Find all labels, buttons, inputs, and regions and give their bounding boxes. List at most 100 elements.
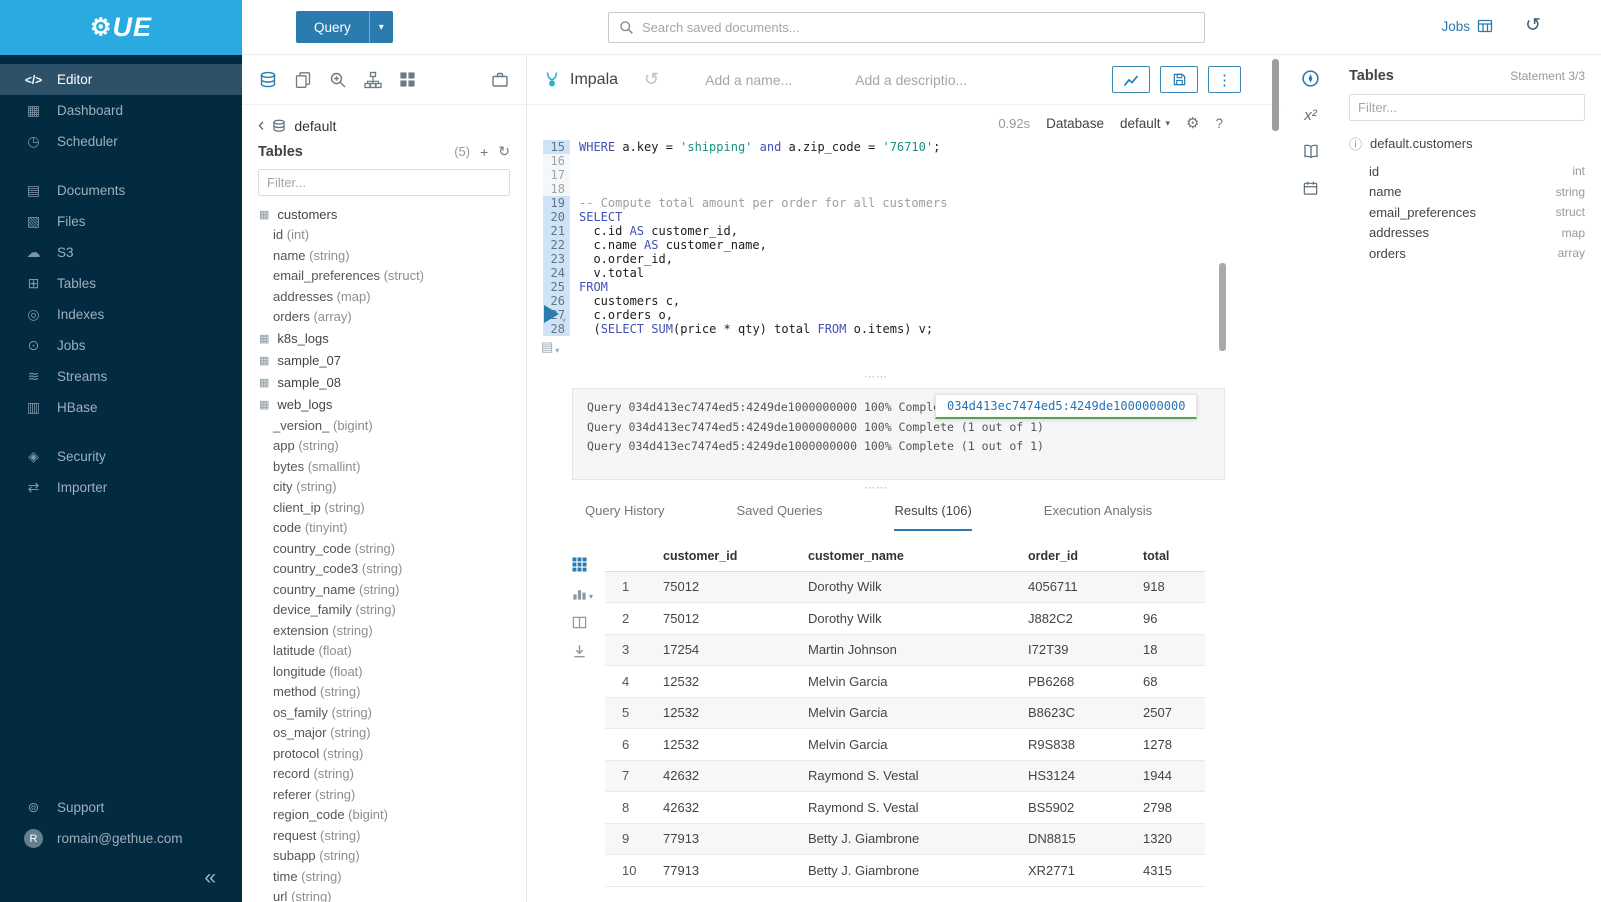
engine-selector[interactable]: Impala: [543, 71, 618, 89]
chart-button[interactable]: [1112, 66, 1150, 93]
zoom-in-icon[interactable]: [329, 71, 347, 89]
hue-logo[interactable]: ⚙ UE: [0, 0, 242, 55]
databases-source-icon[interactable]: [259, 71, 277, 89]
right-column-item[interactable]: addressesmap: [1349, 223, 1585, 244]
execute-options-caret[interactable]: ▾: [562, 316, 566, 325]
sidebar-item-hbase[interactable]: ▥HBase: [0, 392, 242, 423]
sidebar-item-scheduler[interactable]: ◷Scheduler: [0, 126, 242, 157]
table-info-icon[interactable]: ⓘ: [1349, 134, 1362, 153]
query-id-link[interactable]: 034d413ec7474ed5:4249de1000000000: [935, 394, 1197, 419]
column-item[interactable]: _version_ (bigint): [242, 416, 526, 437]
table-item[interactable]: ▦customers: [242, 203, 526, 225]
sidebar-item-indexes[interactable]: ◎Indexes: [0, 299, 242, 330]
database-breadcrumb[interactable]: ‹ default: [242, 105, 526, 136]
functions-icon[interactable]: x²: [1304, 107, 1317, 124]
execute-query-button[interactable]: [544, 305, 559, 323]
new-query-label[interactable]: Query: [296, 11, 369, 43]
results-header-total[interactable]: total: [1137, 541, 1205, 571]
query-dropdown-caret[interactable]: ▾: [369, 11, 393, 43]
column-item[interactable]: orders (array): [242, 307, 526, 328]
code-line[interactable]: v.total: [570, 266, 644, 280]
results-header-customer_name[interactable]: customer_name: [802, 541, 1022, 571]
editor-help-icon[interactable]: ?: [1215, 116, 1223, 131]
results-header-customer_id[interactable]: customer_id: [657, 541, 802, 571]
tables-filter-input[interactable]: [258, 169, 510, 196]
column-item[interactable]: id (int): [242, 225, 526, 246]
column-item[interactable]: bytes (smallint): [242, 457, 526, 478]
column-item[interactable]: url (string): [242, 887, 526, 902]
page-scrollbar[interactable]: [1272, 59, 1279, 131]
database-dropdown[interactable]: default ▾: [1120, 116, 1170, 131]
column-item[interactable]: app (string): [242, 436, 526, 457]
sidebar-item-security[interactable]: ◈Security: [0, 441, 242, 472]
column-item[interactable]: code (tinyint): [242, 518, 526, 539]
sidebar-item-s3[interactable]: ☁S3: [0, 237, 242, 268]
query-name-input[interactable]: [705, 72, 825, 88]
column-item[interactable]: country_code (string): [242, 539, 526, 560]
sidebar-item-user[interactable]: R romain@gethue.com: [0, 823, 242, 854]
chart-view-icon[interactable]: ▾: [572, 586, 605, 601]
column-item[interactable]: addresses (map): [242, 287, 526, 308]
tab-results-106[interactable]: Results (106): [894, 503, 971, 531]
table-item[interactable]: ▦sample_08: [242, 372, 526, 394]
save-button[interactable]: [1160, 66, 1198, 93]
column-item[interactable]: request (string): [242, 826, 526, 847]
code-line[interactable]: [570, 182, 586, 196]
column-item[interactable]: client_ip (string): [242, 498, 526, 519]
format-query-button[interactable]: ▤ ▾: [541, 339, 559, 355]
results-header-order_id[interactable]: order_id: [1022, 541, 1137, 571]
column-item[interactable]: region_code (bigint): [242, 805, 526, 826]
sidebar-item-files[interactable]: ▧Files: [0, 206, 242, 237]
jobs-link[interactable]: Jobs: [1441, 18, 1493, 34]
column-item[interactable]: longitude (float): [242, 662, 526, 683]
log-resize-handle[interactable]: ⋯⋯: [527, 374, 1225, 383]
code-line[interactable]: c.name AS customer_name,: [570, 238, 767, 252]
results-resize-handle[interactable]: ⋯⋯: [527, 485, 1225, 494]
breadcrumb-database-name[interactable]: default: [294, 118, 336, 134]
right-column-item[interactable]: email_preferencesstruct: [1349, 202, 1585, 223]
grid-view-icon[interactable]: [572, 557, 605, 572]
briefcase-icon[interactable]: [491, 71, 509, 89]
column-item[interactable]: method (string): [242, 682, 526, 703]
column-item[interactable]: country_code3 (string): [242, 559, 526, 580]
column-item[interactable]: device_family (string): [242, 600, 526, 621]
sidebar-item-importer[interactable]: ⇄Importer: [0, 472, 242, 503]
table-item[interactable]: ▦web_logs: [242, 394, 526, 416]
tab-query-history[interactable]: Query History: [585, 503, 664, 531]
column-item[interactable]: record (string): [242, 764, 526, 785]
column-item[interactable]: email_preferences (struct): [242, 266, 526, 287]
code-line[interactable]: c.id AS customer_id,: [570, 224, 738, 238]
column-item[interactable]: subapp (string): [242, 846, 526, 867]
column-item[interactable]: extension (string): [242, 621, 526, 642]
back-chevron-icon[interactable]: ‹: [258, 120, 264, 132]
code-line[interactable]: (SELECT SUM(price * qty) total FROM o.it…: [570, 322, 933, 336]
sidebar-collapse-button[interactable]: «: [0, 866, 242, 890]
sidebar-item-streams[interactable]: ≋Streams: [0, 361, 242, 392]
editor-history-icon[interactable]: ↺: [644, 69, 659, 90]
column-item[interactable]: country_name (string): [242, 580, 526, 601]
tab-saved-queries[interactable]: Saved Queries: [736, 503, 822, 531]
table-item[interactable]: ▦sample_07: [242, 350, 526, 372]
code-line[interactable]: customers c,: [570, 294, 680, 308]
table-item[interactable]: ▦k8s_logs: [242, 328, 526, 350]
code-line[interactable]: FROM: [570, 280, 608, 294]
query-history-icon[interactable]: ↺: [1525, 14, 1541, 37]
new-query-button[interactable]: Query ▾: [296, 11, 393, 43]
language-reference-icon[interactable]: [1302, 143, 1320, 161]
column-item[interactable]: latitude (float): [242, 641, 526, 662]
code-line[interactable]: [570, 154, 586, 168]
columns-view-icon[interactable]: [572, 615, 605, 630]
more-actions-button[interactable]: ⋮: [1208, 66, 1241, 93]
refresh-tables-button[interactable]: ↻: [498, 143, 510, 160]
sidebar-item-editor[interactable]: </>Editor: [0, 64, 242, 95]
code-line[interactable]: c.orders o,: [570, 308, 673, 322]
sql-code-editor[interactable]: 15WHERE a.key = 'shipping' and a.zip_cod…: [543, 140, 1271, 336]
code-line[interactable]: [570, 168, 586, 182]
sidebar-item-dashboard[interactable]: ▦Dashboard: [0, 95, 242, 126]
add-table-button[interactable]: +: [480, 144, 488, 160]
sidebar-item-jobs[interactable]: ⊙Jobs: [0, 330, 242, 361]
column-item[interactable]: protocol (string): [242, 744, 526, 765]
column-item[interactable]: os_family (string): [242, 703, 526, 724]
column-item[interactable]: referer (string): [242, 785, 526, 806]
search-input[interactable]: [642, 20, 1194, 35]
